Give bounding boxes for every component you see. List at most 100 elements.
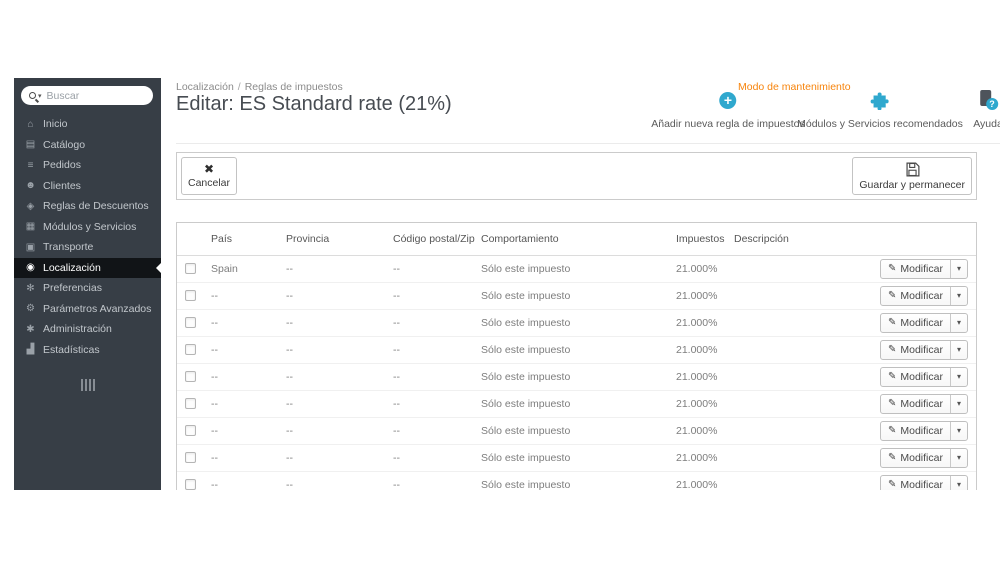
row-checkbox[interactable] [184,371,196,383]
sidebar-item-label: Inicio [43,118,68,131]
cell-checkbox [177,363,203,391]
modify-dropdown-toggle[interactable]: ▾ [949,286,967,305]
save-and-stay-button[interactable]: Guardar y permanecer [852,157,972,195]
cell-state: -- [278,471,385,490]
modify-button[interactable]: ✎ Modificar ▾ [879,258,968,279]
cell-checkbox [177,417,203,445]
modify-button-main[interactable]: ✎ Modificar [881,341,950,359]
sidebar-item-label: Estadísticas [43,343,100,356]
caret-down-icon: ▾ [956,480,961,489]
sidebar-item[interactable]: ✱ Administración [14,319,161,340]
row-checkbox[interactable] [184,317,196,329]
sidebar-search[interactable]: ▾ [21,86,153,105]
modify-button-main[interactable]: ✎ Modificar [881,314,950,332]
modify-dropdown-toggle[interactable]: ▾ [949,475,967,490]
pencil-icon: ✎ [887,344,897,355]
cell-actions: ✎ Modificar ▾ [874,417,976,445]
column-description: Descripción [726,223,874,256]
cancel-button[interactable]: ✖ Cancelar [181,157,238,195]
cell-country: -- [203,471,278,490]
modify-dropdown-toggle[interactable]: ▾ [949,340,967,359]
pencil-icon: ✎ [887,452,897,463]
sidebar-item-icon: ≡ [27,159,34,171]
column-tax: Impuestos [668,223,726,256]
sidebar-item[interactable]: ≡ Pedidos [14,155,161,176]
cell-actions: ✎ Modificar ▾ [874,255,976,283]
modify-button-main[interactable]: ✎ Modificar [881,476,950,491]
row-checkbox[interactable] [184,263,196,275]
breadcrumb-page: Reglas de impuestos [244,81,343,93]
modify-button[interactable]: ✎ Modificar ▾ [879,474,968,491]
cell-behavior: Sólo este impuesto [473,390,668,418]
modify-button[interactable]: ✎ Modificar ▾ [879,285,968,306]
table-row: -- -- -- Sólo este impuesto 21.000% ✎ Mo… [177,444,976,472]
sidebar-item-icon: ⌂ [27,118,34,130]
pencil-icon: ✎ [887,479,897,490]
modify-button-main[interactable]: ✎ Modificar [881,395,950,413]
modify-button[interactable]: ✎ Modificar ▾ [879,312,968,333]
modify-button[interactable]: ✎ Modificar ▾ [879,447,968,468]
modify-dropdown-toggle[interactable]: ▾ [949,259,967,278]
search-scope-caret-icon[interactable]: ▾ [38,92,42,100]
modify-button[interactable]: ✎ Modificar ▾ [879,420,968,441]
help-button[interactable]: ? Ayuda [973,90,1000,130]
cell-behavior: Sólo este impuesto [473,471,668,490]
sidebar-item[interactable]: ▦ Módulos y Servicios [14,217,161,238]
cell-state: -- [278,282,385,310]
cell-country: -- [203,282,278,310]
recommended-modules-button[interactable]: Módulos y Servicios recomendados [797,90,963,130]
sidebar-item[interactable]: ◈ Reglas de Descuentos [14,196,161,217]
sidebar-item-icon: ◈ [26,200,35,212]
modify-button-main[interactable]: ✎ Modificar [881,260,950,278]
modify-dropdown-toggle[interactable]: ▾ [949,313,967,332]
modify-dropdown-toggle[interactable]: ▾ [949,367,967,386]
cell-state: -- [278,444,385,472]
sidebar-item[interactable]: ☻ Clientes [14,176,161,197]
sidebar-item[interactable]: ✻ Preferencias [14,278,161,299]
row-checkbox[interactable] [184,425,196,437]
row-checkbox[interactable] [184,344,196,356]
add-icon-wrap: + [719,90,737,110]
cell-description [726,444,874,472]
search-input[interactable] [46,89,133,102]
cell-actions: ✎ Modificar ▾ [874,444,976,472]
sidebar-item-label: Preferencias [43,282,102,295]
pencil-icon: ✎ [887,398,897,409]
modify-button[interactable]: ✎ Modificar ▾ [879,393,968,414]
cell-actions: ✎ Modificar ▾ [874,309,976,337]
sidebar-item[interactable]: ▣ Transporte [14,237,161,258]
row-checkbox[interactable] [184,290,196,302]
row-checkbox[interactable] [184,452,196,464]
modify-button[interactable]: ✎ Modificar ▾ [879,339,968,360]
pencil-icon: ✎ [887,317,897,328]
cell-tax: 21.000% [668,390,726,418]
breadcrumb-section[interactable]: Localización [176,81,234,93]
sidebar-item[interactable]: ◉ Localización [14,257,161,278]
sidebar-item[interactable]: ▤ Catálogo [14,135,161,156]
row-checkbox[interactable] [184,398,196,410]
cell-description [726,282,874,310]
modify-dropdown-toggle[interactable]: ▾ [949,394,967,413]
cell-checkbox [177,336,203,364]
collapse-menu-icon[interactable] [80,379,95,391]
cell-zip: -- [385,417,473,445]
modify-dropdown-toggle[interactable]: ▾ [949,448,967,467]
sidebar-item[interactable]: ▟ Estadísticas [14,340,161,361]
sidebar-item[interactable]: ⚙ Parámetros Avanzados [14,299,161,320]
modify-button-main[interactable]: ✎ Modificar [881,449,950,467]
modify-dropdown-toggle[interactable]: ▾ [949,421,967,440]
cell-description [726,417,874,445]
modify-button-main[interactable]: ✎ Modificar [881,287,950,305]
column-actions [874,223,976,256]
add-tax-rule-button[interactable]: + Añadir nueva regla de impuestos [651,90,805,130]
sidebar: ▾ ⌂ Inicio ▤ Catálogo ≡ Pedidos ☻ Client… [14,78,161,490]
sidebar-item-icon: ▤ [25,139,36,151]
modify-button-main[interactable]: ✎ Modificar [881,368,950,386]
modify-button-main[interactable]: ✎ Modificar [881,422,950,440]
caret-down-icon: ▾ [956,318,961,327]
modify-button[interactable]: ✎ Modificar ▾ [879,366,968,387]
sidebar-item[interactable]: ⌂ Inicio [14,114,161,135]
cell-state: -- [278,417,385,445]
row-checkbox[interactable] [184,479,196,490]
cell-checkbox [177,444,203,472]
